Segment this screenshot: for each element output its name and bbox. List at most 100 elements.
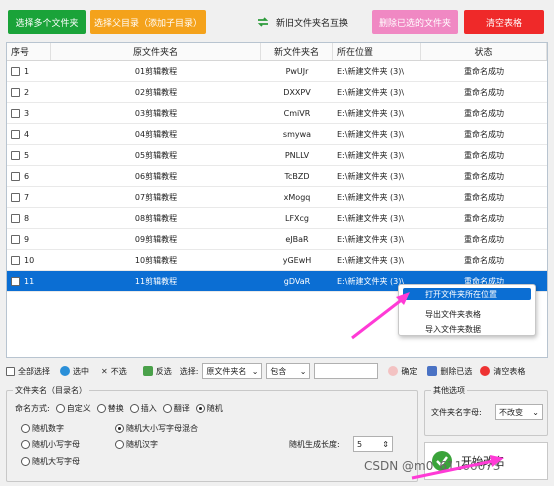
- row-status-text: 重命名成功: [464, 192, 504, 202]
- row-old-name-text: 03剪辑教程: [134, 108, 178, 118]
- delete-selected-button[interactable]: 删除已选: [427, 366, 472, 377]
- table-row[interactable]: 8 08剪辑教程 LFXcg E:\新建文件夹 (3)\ 重命名成功: [7, 208, 547, 229]
- random-mixed-case-radio[interactable]: 随机大小写字母混合: [115, 423, 198, 434]
- check-button[interactable]: 选中: [60, 366, 89, 377]
- mode-replace-radio[interactable]: 替换: [96, 403, 124, 414]
- row-number: 8: [7, 208, 51, 228]
- table-row[interactable]: 3 03剪辑教程 CmiVR E:\新建文件夹 (3)\ 重命名成功: [7, 103, 547, 124]
- table-row[interactable]: 4 04剪辑教程 smywa E:\新建文件夹 (3)\ 重命名成功: [7, 124, 547, 145]
- header-old-name[interactable]: 原文件夹名: [51, 43, 261, 60]
- header-location[interactable]: 所在位置: [333, 43, 421, 60]
- row-number-text: 3: [24, 108, 30, 118]
- random-digits-radio[interactable]: 随机数字: [21, 423, 64, 434]
- row-checkbox[interactable]: [11, 276, 20, 286]
- row-new-name-text: DXXPV: [283, 87, 311, 97]
- random-lowercase-radio[interactable]: 随机小写字母: [21, 439, 80, 450]
- invert-icon: [142, 366, 153, 376]
- menu-export-table[interactable]: 导出文件夹表格: [399, 308, 535, 320]
- row-new-name-text: PNLLV: [284, 150, 310, 160]
- invert-button[interactable]: 反选: [142, 366, 172, 377]
- row-new-name-text: LFXcg: [284, 213, 309, 223]
- delete-selected-label: 删除已选: [440, 366, 473, 376]
- row-location: E:\新建文件夹 (3)\: [333, 229, 421, 249]
- table-row[interactable]: 6 06剪辑教程 TcBZD E:\新建文件夹 (3)\ 重命名成功: [7, 166, 547, 187]
- table-row[interactable]: 2 02剪辑教程 DXXPV E:\新建文件夹 (3)\ 重命名成功: [7, 82, 547, 103]
- row-new-name-text: xMogq: [283, 192, 311, 202]
- filter-input[interactable]: [314, 363, 379, 379]
- row-number: 9: [7, 229, 51, 249]
- row-new-name-text: eJBaR: [285, 234, 309, 244]
- table-row[interactable]: 9 09剪辑教程 eJBaR E:\新建文件夹 (3)\ 重命名成功: [7, 229, 547, 250]
- row-old-name-text: 04剪辑教程: [134, 129, 178, 139]
- swap-icon: [257, 17, 269, 27]
- table-row[interactable]: 1 01剪辑教程 PwUJr E:\新建文件夹 (3)\ 重命名成功: [7, 61, 547, 82]
- row-number: 4: [7, 124, 51, 144]
- row-checkbox[interactable]: [11, 66, 20, 76]
- row-checkbox[interactable]: [11, 255, 20, 265]
- clear-table-small-button[interactable]: 清空表格: [480, 366, 525, 377]
- row-location: E:\新建文件夹 (3)\: [333, 61, 421, 81]
- case-select[interactable]: 不改变 ⌄: [495, 404, 543, 420]
- row-new-name: xMogq: [261, 187, 333, 207]
- context-menu: 打开文件夹所在位置 导出文件夹表格 导入文件夹数据: [398, 284, 536, 336]
- row-checkbox[interactable]: [11, 234, 20, 244]
- select-parent-button[interactable]: 选择父目录（添加子目录）: [90, 10, 206, 34]
- mode-select[interactable]: 包含 ⌄: [266, 363, 311, 379]
- menu-open-location[interactable]: 打开文件夹所在位置: [403, 288, 531, 300]
- length-spinner[interactable]: 5 ⇕: [353, 436, 393, 452]
- delete-selected-folders-button[interactable]: 删除已选的文件夹: [372, 10, 458, 34]
- header-new-name[interactable]: 新文件夹名: [261, 43, 333, 60]
- mode-random-radio[interactable]: 随机: [195, 403, 223, 414]
- mode-translate-radio[interactable]: 翻译: [162, 403, 190, 414]
- row-status: 重命名成功: [421, 103, 547, 123]
- row-old-name: 09剪辑教程: [51, 229, 261, 249]
- row-status: 重命名成功: [421, 145, 547, 165]
- row-old-name: 06剪辑教程: [51, 166, 261, 186]
- table-row[interactable]: 7 07剪辑教程 xMogq E:\新建文件夹 (3)\ 重命名成功: [7, 187, 547, 208]
- select-all-label: 全部选择: [18, 366, 50, 376]
- row-status-text: 重命名成功: [464, 255, 504, 265]
- row-checkbox[interactable]: [11, 171, 20, 181]
- row-location: E:\新建文件夹 (3)\: [333, 124, 421, 144]
- row-status-text: 重命名成功: [464, 108, 504, 118]
- swap-names-button[interactable]: 新旧文件夹名互换: [242, 10, 362, 34]
- select-all-checkbox[interactable]: 全部选择: [6, 366, 50, 377]
- table-body: 1 01剪辑教程 PwUJr E:\新建文件夹 (3)\ 重命名成功 2 02剪辑教程 DXX…: [7, 61, 547, 292]
- uncheck-label: 不选: [110, 366, 127, 376]
- clear-table-button[interactable]: 清空表格: [464, 10, 544, 34]
- row-status: 重命名成功: [421, 61, 547, 81]
- row-old-name-text: 09剪辑教程: [134, 234, 178, 244]
- row-location: E:\新建文件夹 (3)\: [333, 145, 421, 165]
- header-no[interactable]: 序号: [7, 43, 51, 60]
- table-row[interactable]: 10 10剪辑教程 yGEwH E:\新建文件夹 (3)\ 重命名成功: [7, 250, 547, 271]
- row-location-text: E:\新建文件夹 (3)\: [337, 171, 405, 181]
- row-location: E:\新建文件夹 (3)\: [333, 166, 421, 186]
- row-location-text: E:\新建文件夹 (3)\: [337, 66, 405, 76]
- uncheck-button[interactable]: ✕ 不选: [101, 366, 127, 377]
- row-checkbox[interactable]: [11, 87, 20, 97]
- field-select[interactable]: 原文件夹名 ⌄: [202, 363, 263, 379]
- row-old-name-text: 11剪辑教程: [134, 276, 178, 286]
- row-checkbox[interactable]: [11, 108, 20, 118]
- select-folders-button[interactable]: 选择多个文件夹: [8, 10, 86, 34]
- row-checkbox[interactable]: [11, 213, 20, 223]
- selection-toolbar: 全部选择 选中 ✕ 不选 反选 选择: 原文件夹名 ⌄ 包含 ⌄ 确定 删除已选…: [6, 362, 548, 380]
- table-row[interactable]: 5 05剪辑教程 PNLLV E:\新建文件夹 (3)\ 重命名成功: [7, 145, 547, 166]
- mode-insert-radio[interactable]: 插入: [129, 403, 157, 414]
- row-status: 重命名成功: [421, 166, 547, 186]
- mode-custom-radio[interactable]: 自定义: [55, 403, 91, 414]
- row-new-name: eJBaR: [261, 229, 333, 249]
- invert-label: 反选: [155, 366, 172, 376]
- row-location-text: E:\新建文件夹 (3)\: [337, 108, 405, 118]
- row-checkbox[interactable]: [11, 150, 20, 160]
- confirm-button[interactable]: 确定: [388, 366, 417, 377]
- menu-import-data[interactable]: 导入文件夹数据: [399, 323, 535, 335]
- row-new-name: gDVaR: [261, 271, 333, 291]
- header-status[interactable]: 状态: [421, 43, 547, 60]
- swap-names-label: 新旧文件夹名互换: [275, 18, 348, 29]
- random-uppercase-radio[interactable]: 随机大写字母: [21, 456, 80, 467]
- random-chinese-radio[interactable]: 随机汉字: [115, 439, 158, 450]
- row-checkbox[interactable]: [11, 192, 20, 202]
- row-checkbox[interactable]: [11, 129, 20, 139]
- row-old-name-text: 08剪辑教程: [134, 213, 178, 223]
